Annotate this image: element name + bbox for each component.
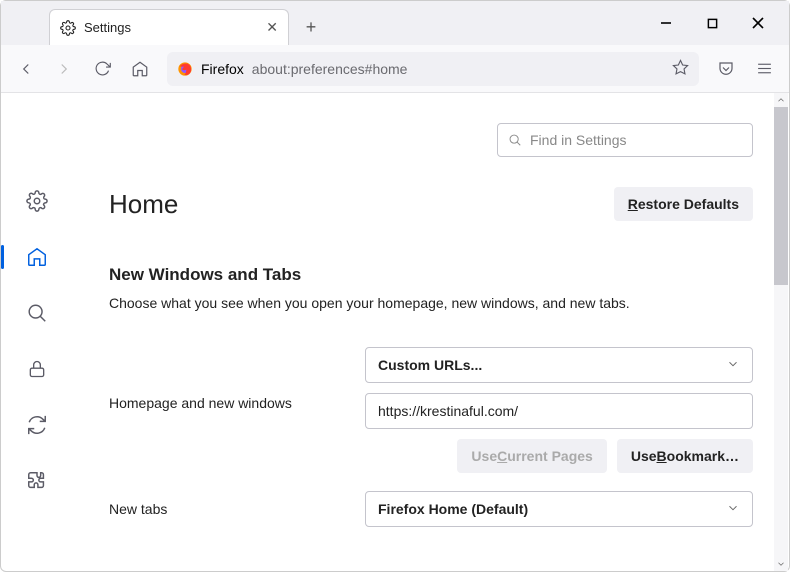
homepage-label: Homepage and new windows bbox=[109, 347, 349, 411]
chevron-down-icon bbox=[726, 501, 740, 518]
close-tab-icon[interactable]: ✕ bbox=[266, 19, 278, 36]
sidebar-item-search[interactable] bbox=[23, 299, 51, 327]
navigation-toolbar: Firefox about:preferences#home bbox=[1, 45, 789, 93]
search-icon bbox=[508, 133, 522, 147]
search-placeholder: Find in Settings bbox=[530, 132, 627, 148]
restore-defaults-button[interactable]: Restore Defaults bbox=[614, 187, 753, 221]
vertical-scrollbar[interactable] bbox=[774, 93, 788, 571]
minimize-button[interactable] bbox=[643, 7, 689, 39]
newtabs-mode-value: Firefox Home (Default) bbox=[378, 501, 528, 517]
section-description: Choose what you see when you open your h… bbox=[109, 295, 753, 311]
use-current-pages-button[interactable]: Use Current Pages bbox=[457, 439, 606, 473]
sidebar-item-sync[interactable] bbox=[23, 411, 51, 439]
sidebar-item-extensions[interactable] bbox=[23, 467, 51, 495]
reload-button[interactable] bbox=[85, 52, 119, 86]
firefox-icon bbox=[177, 61, 193, 77]
homepage-mode-value: Custom URLs... bbox=[378, 357, 482, 373]
sidebar-item-general[interactable] bbox=[23, 187, 51, 215]
maximize-button[interactable] bbox=[689, 7, 735, 39]
url-bar[interactable]: Firefox about:preferences#home bbox=[167, 52, 699, 86]
newtabs-label: New tabs bbox=[109, 501, 349, 517]
preferences-content: Find in Settings Home Restore Defaults N… bbox=[1, 93, 789, 571]
sidebar-item-privacy[interactable] bbox=[23, 355, 51, 383]
main-panel: Find in Settings Home Restore Defaults N… bbox=[73, 93, 789, 571]
window-controls bbox=[643, 1, 789, 45]
section-title: New Windows and Tabs bbox=[109, 265, 753, 285]
homepage-url-input[interactable] bbox=[365, 393, 753, 429]
url-text: about:preferences#home bbox=[252, 61, 408, 77]
close-window-button[interactable] bbox=[735, 7, 781, 39]
scroll-down-arrow[interactable] bbox=[774, 557, 788, 571]
tab-settings[interactable]: Settings ✕ bbox=[49, 9, 289, 45]
titlebar: Settings ✕ + bbox=[1, 1, 789, 45]
search-input[interactable]: Find in Settings bbox=[497, 123, 753, 157]
back-button[interactable] bbox=[9, 52, 43, 86]
homepage-mode-select[interactable]: Custom URLs... bbox=[365, 347, 753, 383]
page-title: Home bbox=[109, 189, 178, 220]
forward-button[interactable] bbox=[47, 52, 81, 86]
home-button[interactable] bbox=[123, 52, 157, 86]
scroll-up-arrow[interactable] bbox=[774, 93, 788, 107]
scrollbar-thumb[interactable] bbox=[774, 107, 788, 285]
tab-title: Settings bbox=[84, 20, 131, 35]
tabstrip: Settings ✕ + bbox=[1, 1, 643, 45]
gear-icon bbox=[60, 20, 76, 36]
category-sidebar bbox=[1, 93, 73, 571]
pocket-button[interactable] bbox=[709, 52, 743, 86]
identity-label: Firefox bbox=[201, 61, 244, 77]
use-bookmark-button[interactable]: Use Bookmark… bbox=[617, 439, 753, 473]
sidebar-item-home[interactable] bbox=[23, 243, 51, 271]
app-menu-button[interactable] bbox=[747, 52, 781, 86]
newtabs-mode-select[interactable]: Firefox Home (Default) bbox=[365, 491, 753, 527]
bookmark-star-icon[interactable] bbox=[672, 59, 689, 79]
chevron-down-icon bbox=[726, 357, 740, 374]
new-tab-button[interactable]: + bbox=[295, 11, 327, 43]
